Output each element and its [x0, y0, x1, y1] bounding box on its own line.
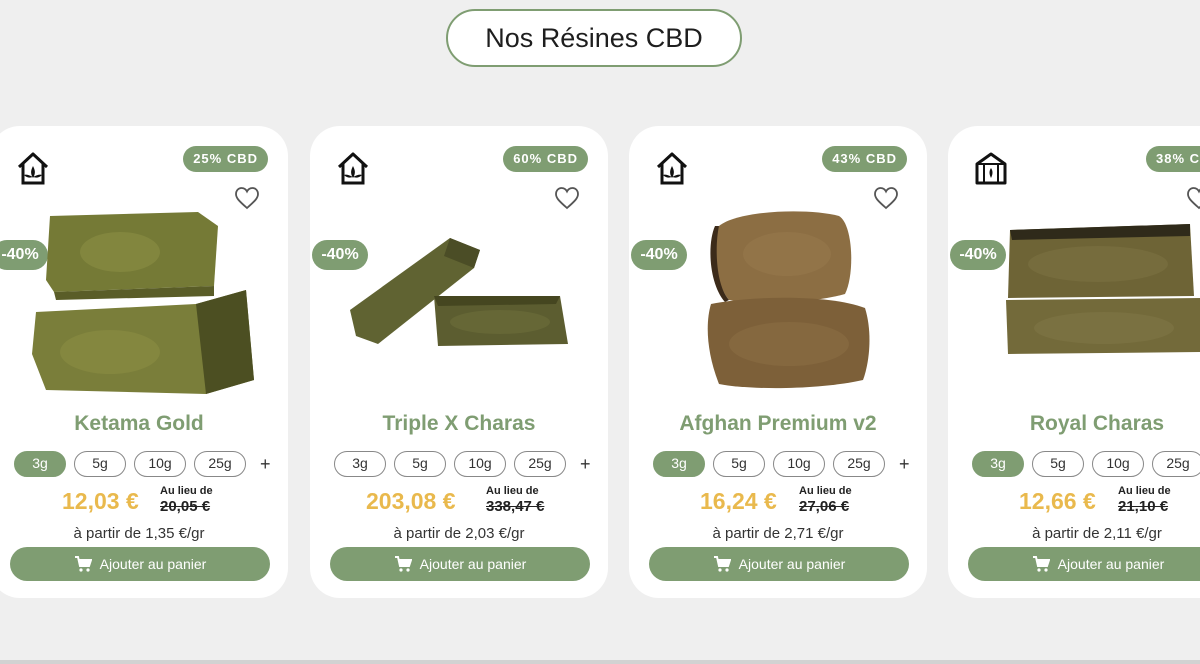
greenhouse-icon — [975, 152, 1007, 185]
product-name: Royal Charas — [1029, 412, 1165, 435]
unit-price-value: 1,35 €/gr — [145, 525, 205, 542]
cart-icon — [74, 556, 92, 572]
product-card-royal-charas[interactable]: 38% CBD -40% Royal Charas 3g 5g 10g 25g … — [948, 126, 1200, 598]
unit-price-prefix: à partir de — [1032, 525, 1100, 542]
product-name: Afghan Premium v2 — [679, 412, 877, 435]
product-carousel-page: Nos Résines CBD 25% CBD -40% Ketama Gold… — [0, 0, 1200, 664]
weight-option-10g[interactable]: 10g — [1092, 451, 1144, 477]
weight-options: 3g 5g 10g 25g + — [334, 451, 591, 477]
product-card-afghan-premium-v2[interactable]: 43% CBD -40% Afghan Premium v2 3g 5g 10g… — [629, 126, 927, 598]
weight-option-5g[interactable]: 5g — [1032, 451, 1084, 477]
was-price: 20,05 € — [160, 498, 211, 515]
unit-price-prefix: à partir de — [73, 525, 142, 542]
sale-price: 12,03 € — [62, 488, 139, 514]
add-to-cart-label: Ajouter au panier — [99, 556, 207, 572]
unit-price-prefix: à partir de — [712, 525, 781, 542]
product-image — [1006, 224, 1200, 354]
weight-option-25g[interactable]: 25g — [1152, 451, 1200, 477]
section-divider — [0, 660, 1200, 664]
product-card-triple-x-charas[interactable]: 60% CBD -40% Triple X Charas 3g 5g 10g 2… — [310, 126, 608, 598]
house-leaf-icon — [17, 152, 49, 185]
was-price-label: Au lieu de — [160, 485, 213, 497]
product-card-ketama-gold[interactable]: 25% CBD -40% Ketama Gold 3g 5g 10g 25g +… — [0, 126, 288, 598]
weight-option-25g[interactable]: 25g — [514, 451, 566, 477]
weight-option-3g[interactable]: 3g — [334, 451, 386, 477]
weight-option-3g[interactable]: 3g — [14, 451, 66, 477]
cbd-badge: 38% CBD — [1146, 146, 1200, 172]
cart-icon — [713, 556, 731, 572]
unit-price-value: 2,03 €/gr — [465, 525, 525, 542]
weight-option-5g[interactable]: 5g — [74, 451, 126, 477]
unit-price: à partir de 1,35 €/gr — [0, 525, 288, 542]
was-price-label: Au lieu de — [486, 485, 539, 497]
weight-option-25g[interactable]: 25g — [194, 451, 246, 477]
weight-option-10g[interactable]: 10g — [773, 451, 825, 477]
product-name: Triple X Charas — [382, 412, 536, 435]
was-price-label: Au lieu de — [799, 485, 852, 497]
sale-price: 16,24 € — [700, 488, 777, 514]
weight-option-3g[interactable]: 3g — [972, 451, 1024, 477]
house-leaf-icon — [656, 152, 688, 185]
add-to-cart-label: Ajouter au panier — [419, 556, 527, 572]
weight-option-10g[interactable]: 10g — [134, 451, 186, 477]
weight-option-5g[interactable]: 5g — [394, 451, 446, 477]
weight-options: 3g 5g 10g 25g + — [972, 451, 1200, 477]
product-image — [707, 211, 870, 389]
weight-option-3g[interactable]: 3g — [653, 451, 705, 477]
weight-options: 3g 5g 10g 25g + — [14, 451, 271, 477]
cart-icon — [394, 556, 412, 572]
was-price-label: Au lieu de — [1118, 485, 1171, 497]
house-leaf-icon — [337, 152, 369, 185]
cbd-badge: 25% CBD — [183, 146, 268, 172]
weight-options: 3g 5g 10g 25g + — [653, 451, 910, 477]
cbd-badge: 60% CBD — [503, 146, 588, 172]
add-to-cart-button[interactable]: Ajouter au panier — [330, 547, 590, 581]
weight-option-25g[interactable]: 25g — [833, 451, 885, 477]
product-name: Ketama Gold — [74, 412, 204, 435]
more-weights-button[interactable]: + — [260, 454, 271, 475]
add-to-cart-button[interactable]: Ajouter au panier — [968, 547, 1200, 581]
was-price: 338,47 € — [486, 498, 545, 515]
add-to-cart-label: Ajouter au panier — [1057, 556, 1165, 572]
add-to-cart-label: Ajouter au panier — [738, 556, 846, 572]
unit-price-value: 2,11 €/gr — [1103, 525, 1162, 542]
add-to-cart-button[interactable]: Ajouter au panier — [649, 547, 909, 581]
weight-option-10g[interactable]: 10g — [454, 451, 506, 477]
product-image — [32, 212, 254, 394]
was-price: 21,10 € — [1118, 498, 1169, 515]
section-title: Nos Résines CBD — [446, 9, 742, 67]
add-to-cart-button[interactable]: Ajouter au panier — [10, 547, 270, 581]
weight-option-5g[interactable]: 5g — [713, 451, 765, 477]
more-weights-button[interactable]: + — [580, 454, 591, 475]
unit-price: à partir de 2,71 €/gr — [629, 525, 927, 542]
product-image — [350, 238, 568, 346]
was-price: 27,06 € — [799, 498, 850, 515]
unit-price-prefix: à partir de — [393, 525, 462, 542]
sale-price: 203,08 € — [366, 488, 456, 514]
cbd-badge: 43% CBD — [822, 146, 907, 172]
sale-price: 12,66 € — [1019, 488, 1096, 514]
unit-price: à partir de 2,03 €/gr — [310, 525, 608, 542]
unit-price-value: 2,71 €/gr — [784, 525, 844, 542]
unit-price: à partir de 2,11 €/gr — [948, 525, 1200, 542]
cart-icon — [1032, 556, 1050, 572]
more-weights-button[interactable]: + — [899, 454, 910, 475]
